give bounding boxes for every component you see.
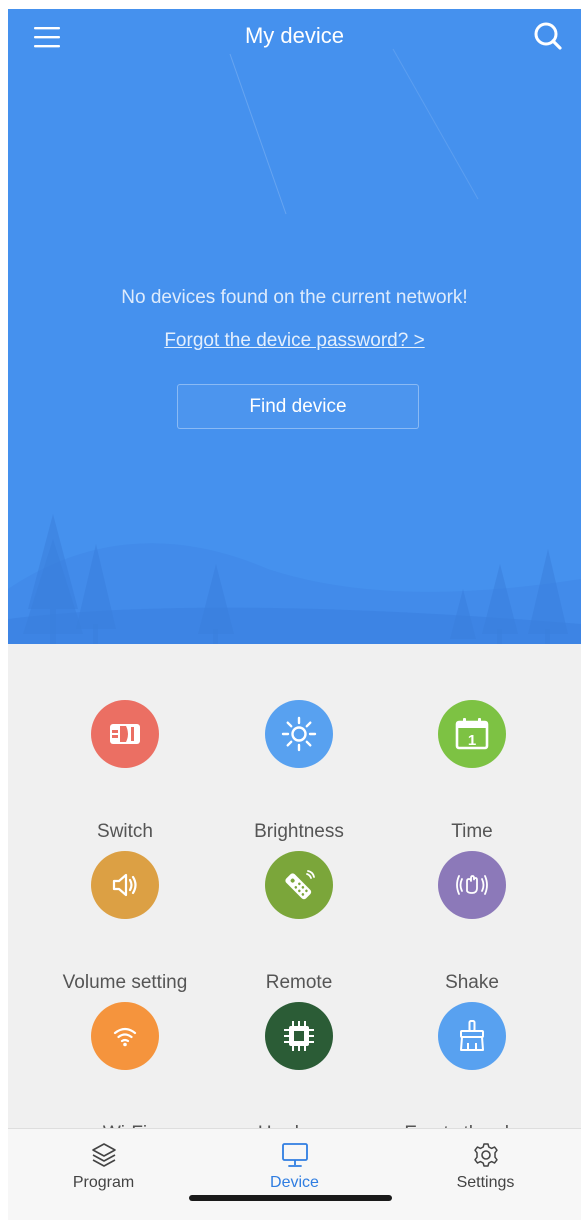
nav-tab-label: Settings — [456, 1174, 515, 1191]
home-indicator-bar[interactable] — [189, 1195, 392, 1201]
sun-icon — [281, 716, 317, 752]
feature-hardware[interactable]: Hardware — [204, 987, 394, 1144]
feature-empty-the-show[interactable]: Empty the show — [377, 987, 567, 1144]
page-title: My device — [244, 23, 345, 48]
feature-shake[interactable]: Shake — [377, 836, 567, 993]
feature-wifi[interactable]: Wi-Fi — [30, 987, 220, 1144]
bottom-navigation: Program Device Settings — [8, 1128, 581, 1220]
monitor-icon — [282, 1143, 308, 1167]
feature-time[interactable]: 1 Time — [377, 685, 567, 842]
gear-icon — [474, 1143, 498, 1167]
top-app-bar: My device — [8, 9, 581, 65]
switch-icon-circle — [91, 700, 159, 768]
forest-background-illustration — [8, 48, 581, 644]
feature-grid: Switch Brightness 1 Time Volume setting … — [8, 644, 581, 1144]
nav-tab-label: Program — [72, 1174, 135, 1191]
shake-hand-icon — [456, 875, 488, 895]
app-screen: My device No devices found on the curren… — [8, 9, 581, 1220]
wifi-icon-circle — [91, 1002, 159, 1070]
nav-tab-label: Device — [270, 1174, 319, 1191]
volume-icon-circle — [91, 851, 159, 919]
calendar-icon: 1 — [455, 718, 489, 750]
find-device-button[interactable]: Find device — [177, 384, 419, 429]
speaker-icon — [112, 873, 137, 897]
feature-brightness[interactable]: Brightness — [204, 685, 394, 842]
brightness-icon-circle — [265, 700, 333, 768]
forgot-password-link[interactable]: Forgot the device password? > — [8, 330, 581, 352]
time-icon-circle: 1 — [438, 700, 506, 768]
shake-icon-circle — [438, 851, 506, 919]
nav-tab-settings[interactable]: Settings — [390, 1129, 581, 1199]
no-devices-message: No devices found on the current network! — [121, 287, 468, 308]
broom-icon — [460, 1020, 484, 1051]
power-plug-icon — [110, 724, 140, 744]
empty-show-icon-circle — [438, 1002, 506, 1070]
calendar-day-text: 1 — [468, 732, 476, 749]
remote-icon-circle — [265, 851, 333, 919]
nav-tab-program[interactable]: Program — [8, 1129, 199, 1199]
device-status-panel: My device No devices found on the curren… — [8, 9, 581, 644]
feature-volume-setting[interactable]: Volume setting — [30, 836, 220, 993]
search-button[interactable] — [528, 19, 568, 55]
nav-tab-device[interactable]: Device — [199, 1129, 390, 1199]
layers-icon — [92, 1143, 116, 1167]
feature-switch[interactable]: Switch — [30, 685, 220, 842]
chip-icon — [284, 1021, 314, 1051]
search-icon — [534, 22, 562, 50]
wifi-icon — [113, 1027, 137, 1047]
feature-remote[interactable]: Remote — [204, 836, 394, 993]
remote-control-icon — [285, 870, 315, 900]
hardware-icon-circle — [265, 1002, 333, 1070]
